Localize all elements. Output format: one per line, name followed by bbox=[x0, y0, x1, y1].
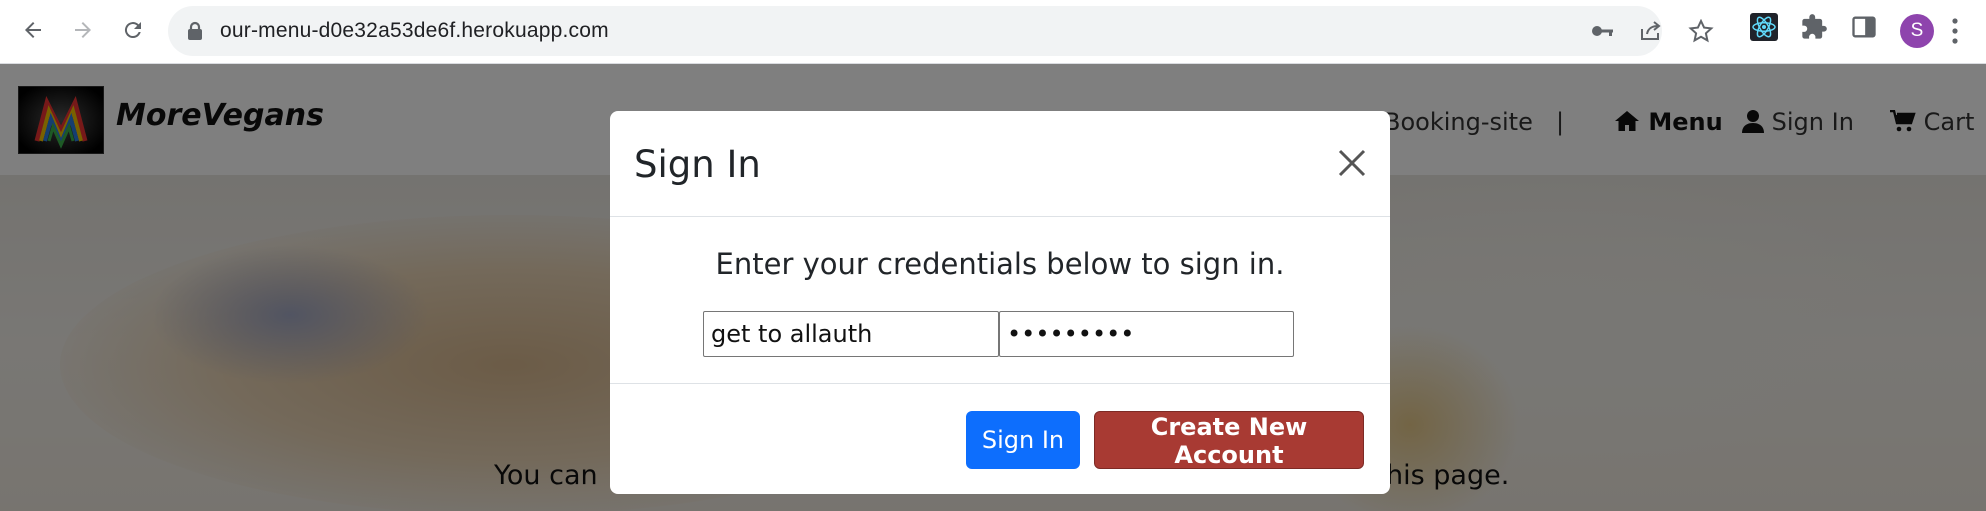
arrow-left-icon bbox=[25, 22, 41, 38]
url-text[interactable]: our-menu-d0e32a53de6f.herokuapp.com bbox=[220, 19, 609, 43]
browser-toolbar: our-menu-d0e32a53de6f.herokuapp.com S bbox=[0, 0, 1986, 64]
web-page: MoreVegans Booking-site | Menu Sign In C… bbox=[0, 64, 1986, 511]
puzzle-icon[interactable] bbox=[1800, 13, 1828, 45]
close-icon bbox=[1338, 149, 1366, 177]
close-button[interactable] bbox=[1332, 143, 1372, 183]
lock-icon[interactable] bbox=[186, 21, 204, 41]
side-panel-icon[interactable] bbox=[1850, 13, 1878, 45]
three-dots-vertical-icon[interactable] bbox=[1950, 16, 1960, 46]
key-icon[interactable] bbox=[1590, 19, 1616, 43]
modal-body: Enter your credentials below to sign in. bbox=[610, 217, 1390, 384]
modal-footer: Sign In Create New Account bbox=[610, 384, 1390, 494]
star-icon[interactable] bbox=[1688, 19, 1714, 43]
forward-button[interactable] bbox=[63, 10, 103, 50]
create-account-button[interactable]: Create New Account bbox=[1094, 411, 1364, 469]
profile-avatar[interactable]: S bbox=[1900, 14, 1934, 48]
arrow-right-icon bbox=[75, 22, 91, 38]
password-field[interactable] bbox=[999, 311, 1294, 357]
address-bar[interactable]: our-menu-d0e32a53de6f.herokuapp.com bbox=[168, 6, 1714, 56]
react-devtools-icon[interactable] bbox=[1750, 13, 1778, 45]
modal-header: Sign In bbox=[610, 111, 1390, 217]
modal-title: Sign In bbox=[634, 143, 761, 186]
back-button[interactable] bbox=[13, 10, 53, 50]
reload-icon bbox=[124, 22, 141, 39]
sign-in-button[interactable]: Sign In bbox=[966, 411, 1080, 469]
username-field[interactable] bbox=[703, 311, 999, 357]
sign-in-modal: Sign In Enter your credentials below to … bbox=[610, 111, 1390, 494]
share-icon[interactable] bbox=[1638, 19, 1664, 43]
sign-in-prompt: Enter your credentials below to sign in. bbox=[715, 247, 1285, 281]
reload-button[interactable] bbox=[113, 10, 153, 50]
